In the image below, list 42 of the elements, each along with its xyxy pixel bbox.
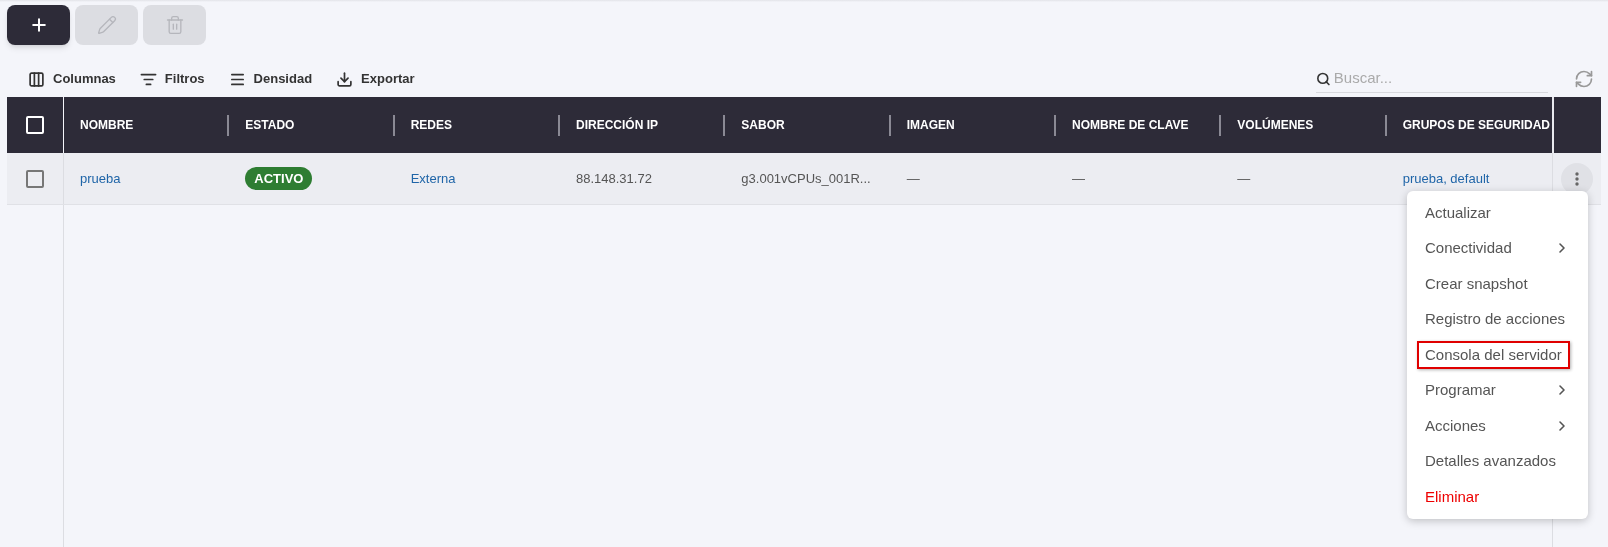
search-field[interactable]: Buscar... (1333, 67, 1548, 90)
column-header: NOMBRE (80, 117, 134, 134)
menu-item[interactable]: Actualizar (1407, 195, 1588, 231)
more-icon (1575, 171, 1579, 186)
add-button[interactable] (7, 5, 70, 45)
table-tool-button[interactable]: Filtros (139, 69, 205, 89)
status-badge: ACTIVO (245, 166, 313, 191)
table-cell-text: 88.148.31.72 (576, 169, 652, 188)
column-header: IMAGEN (906, 117, 955, 134)
table-link[interactable]: prueba, default (1402, 168, 1490, 189)
column-header: GRUPOS DE SEGURIDAD (1402, 117, 1550, 134)
table-cell-text: — (906, 169, 920, 188)
pencil-icon (96, 15, 117, 35)
column-header: NOMBRE DE CLAVE (1072, 117, 1189, 134)
menu-item[interactable]: Eliminar (1407, 479, 1588, 515)
columns-icon (28, 70, 45, 88)
table-cell-text: — (1237, 169, 1251, 188)
menu-item[interactable]: Conectividad (1407, 230, 1588, 266)
menu-item[interactable]: Programar (1407, 372, 1588, 408)
more-options-button[interactable] (1561, 162, 1593, 195)
menu-item[interactable]: Detalles avanzados (1407, 443, 1588, 479)
column-header: VOLÚMENES (1237, 116, 1314, 134)
table-tool-button[interactable]: Densidad (228, 69, 313, 89)
table-link[interactable]: Externa (410, 168, 456, 189)
table-tool-button[interactable]: Exportar (336, 69, 415, 89)
table-link[interactable]: prueba (80, 168, 121, 189)
table-cell-text: — (1072, 169, 1085, 188)
export-icon (336, 70, 354, 88)
refresh-icon[interactable] (1574, 69, 1594, 89)
search-icon (1316, 70, 1331, 87)
menu-item[interactable]: Crear snapshot (1407, 266, 1588, 302)
column-header: SABOR (741, 117, 785, 134)
row-checkbox[interactable] (26, 169, 44, 188)
menu-item[interactable]: Acciones (1407, 408, 1588, 444)
column-header: DIRECCIÓN IP (576, 116, 658, 134)
table-tool-button[interactable]: Columnas (28, 69, 116, 89)
column-header: REDES (410, 117, 452, 134)
select-all-checkbox[interactable] (26, 116, 44, 134)
menu-item[interactable]: Registro de acciones (1407, 301, 1588, 337)
table-cell-text: g3.001vCPUs_001R... (741, 169, 871, 188)
column-header: ESTADO (245, 117, 295, 134)
trash-icon (164, 15, 185, 35)
